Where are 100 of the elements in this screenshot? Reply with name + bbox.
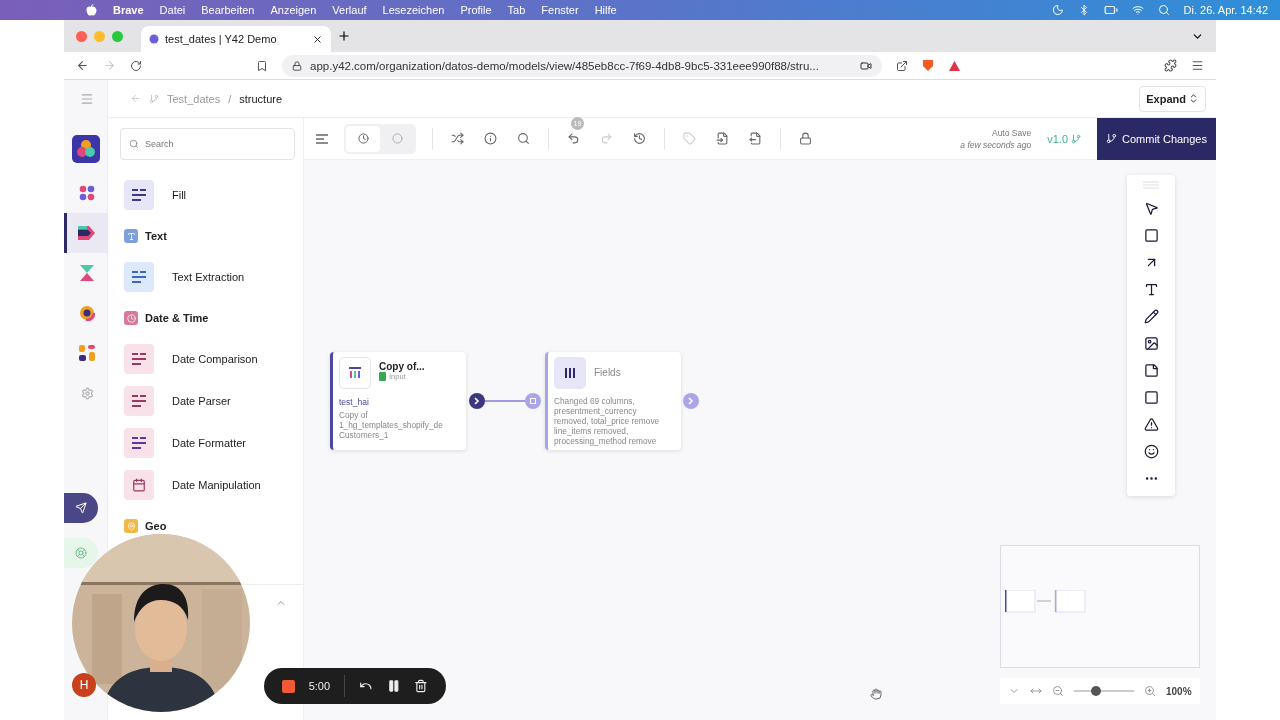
circle-icon <box>391 133 403 144</box>
zoom-thumb[interactable] <box>1091 686 1102 696</box>
share-icon[interactable] <box>896 59 908 72</box>
hourglass-icon <box>80 265 94 281</box>
operation-item[interactable]: Date Formatter <box>124 422 303 464</box>
node-name: test_hai <box>339 397 370 407</box>
up-down-icon <box>1188 93 1199 104</box>
emoji-icon <box>1143 444 1159 459</box>
node-description: Changed 69 columns, <box>554 396 636 406</box>
apps-icon <box>79 185 95 201</box>
note-icon <box>1143 363 1159 378</box>
models-icon <box>78 226 96 240</box>
rectangle-tool[interactable] <box>1143 228 1159 243</box>
input-handle[interactable] <box>525 393 541 409</box>
blocks-icon <box>79 345 95 361</box>
apple-icon[interactable] <box>86 4 97 16</box>
send-icon <box>75 502 87 514</box>
image-icon <box>1143 336 1159 351</box>
history-button[interactable] <box>631 130 648 147</box>
shuffle-button[interactable] <box>449 130 466 147</box>
stop-icon[interactable] <box>282 679 295 693</box>
menu-icon[interactable] <box>1191 59 1204 72</box>
warning-icon <box>1143 417 1159 432</box>
node-description: removed, total_price remove <box>554 416 661 426</box>
ring-icon <box>79 305 95 321</box>
browser-tab[interactable]: test_dates | Y42 Demo <box>141 26 331 52</box>
logo-icon[interactable] <box>71 135 100 163</box>
zoom-reading: 100% <box>1166 685 1192 697</box>
expand-button[interactable]: Expand <box>1139 85 1206 112</box>
nav-item[interactable] <box>63 213 108 253</box>
version-link[interactable]: v1.0 <box>1047 132 1081 145</box>
select-tool[interactable] <box>1143 201 1159 216</box>
bookmark-icon[interactable] <box>256 59 268 72</box>
recording-time: 5:00 <box>308 680 331 692</box>
menu-app-name[interactable]: Brave <box>113 4 144 16</box>
operation-item[interactable]: Date Parser <box>124 380 303 422</box>
back-icon[interactable] <box>76 59 89 72</box>
search-button[interactable] <box>515 130 532 147</box>
frame-tool[interactable] <box>1143 390 1159 405</box>
wifi-icon[interactable] <box>1131 4 1144 16</box>
menu-item[interactable]: Hilfe <box>594 4 617 16</box>
camera-icon[interactable] <box>860 59 872 72</box>
node-title: Copy of... <box>379 361 425 372</box>
launch-button[interactable] <box>64 493 98 523</box>
operation-item[interactable]: Date Manipulation <box>124 464 303 506</box>
extensions-icon[interactable] <box>1164 59 1177 72</box>
shield-icon[interactable] <box>922 59 934 72</box>
zoom-in-icon[interactable] <box>1144 685 1156 697</box>
warning-tool[interactable] <box>1143 417 1159 432</box>
menu-item[interactable]: Verlauf <box>332 4 367 16</box>
new-tab-icon[interactable] <box>337 29 351 43</box>
menu-item[interactable]: Lesezeichen <box>382 4 445 16</box>
menu-clock[interactable]: Di. 26. Apr. 14:42 <box>1183 4 1268 16</box>
lifebuoy-icon <box>75 547 87 559</box>
operation-item[interactable]: Text Extraction <box>124 256 303 298</box>
auto-save-label: Auto Save <box>991 127 1032 138</box>
menu-item[interactable]: Fenster <box>541 4 579 16</box>
address-field[interactable]: app.y42.com/organization/datos-demo/models/view/485eb8cc-7f69-4db8-9bc5-331eee990f88/stru... <box>282 54 882 77</box>
triangle-icon[interactable] <box>948 59 961 72</box>
menu-item[interactable]: Datei <box>159 4 186 16</box>
node-icon <box>339 357 371 389</box>
text-tool[interactable] <box>1143 282 1159 297</box>
search-field[interactable]: Search <box>120 128 295 160</box>
breadcrumb[interactable]: structure <box>239 92 283 105</box>
node-description: line_items removed, <box>554 426 630 436</box>
model-icon <box>149 93 159 104</box>
commit-button[interactable]: Commit Changes <box>1097 117 1216 160</box>
lock-icon <box>292 60 302 71</box>
search-icon[interactable] <box>1157 4 1170 16</box>
unlock-button[interactable] <box>797 130 814 147</box>
menu-item[interactable]: Profile <box>460 4 492 16</box>
close-icon[interactable] <box>312 33 323 45</box>
menu-item[interactable]: Anzeigen <box>270 4 317 16</box>
reload-icon[interactable] <box>130 59 142 72</box>
image-tool[interactable] <box>1143 336 1159 351</box>
operation-item[interactable]: Fill <box>124 174 303 216</box>
battery-icon[interactable] <box>1103 3 1118 17</box>
delete-icon[interactable] <box>414 679 428 693</box>
breadcrumb[interactable]: Test_dates <box>167 92 221 105</box>
search-icon <box>129 139 139 149</box>
moon-icon[interactable] <box>1051 4 1064 16</box>
pencil-tool[interactable] <box>1143 309 1159 324</box>
view-toggle-option[interactable] <box>346 125 380 152</box>
branch-icon <box>1106 133 1117 144</box>
output-handle[interactable] <box>683 393 699 409</box>
info-button[interactable] <box>482 130 499 147</box>
sheet-icon <box>379 372 386 381</box>
model-node[interactable]: Fields Changed 69 columns, presentment_currency removed, total_price remove line_items removed, processing_method remove <box>545 352 681 450</box>
zoom-out-icon[interactable] <box>1052 685 1064 697</box>
operation-item[interactable]: Date Comparison <box>124 338 303 380</box>
note-tool[interactable] <box>1143 363 1159 378</box>
menu-item[interactable]: Bearbeiten <box>201 4 255 16</box>
menu-item[interactable]: Tab <box>507 4 526 16</box>
outline-icon[interactable] <box>316 133 328 144</box>
emoji-tool[interactable] <box>1143 444 1159 459</box>
output-handle[interactable] <box>469 393 485 409</box>
select-icon <box>1143 201 1159 216</box>
pencil-icon <box>1143 309 1159 324</box>
pause-icon[interactable] <box>386 679 401 693</box>
node-icon <box>554 357 586 389</box>
